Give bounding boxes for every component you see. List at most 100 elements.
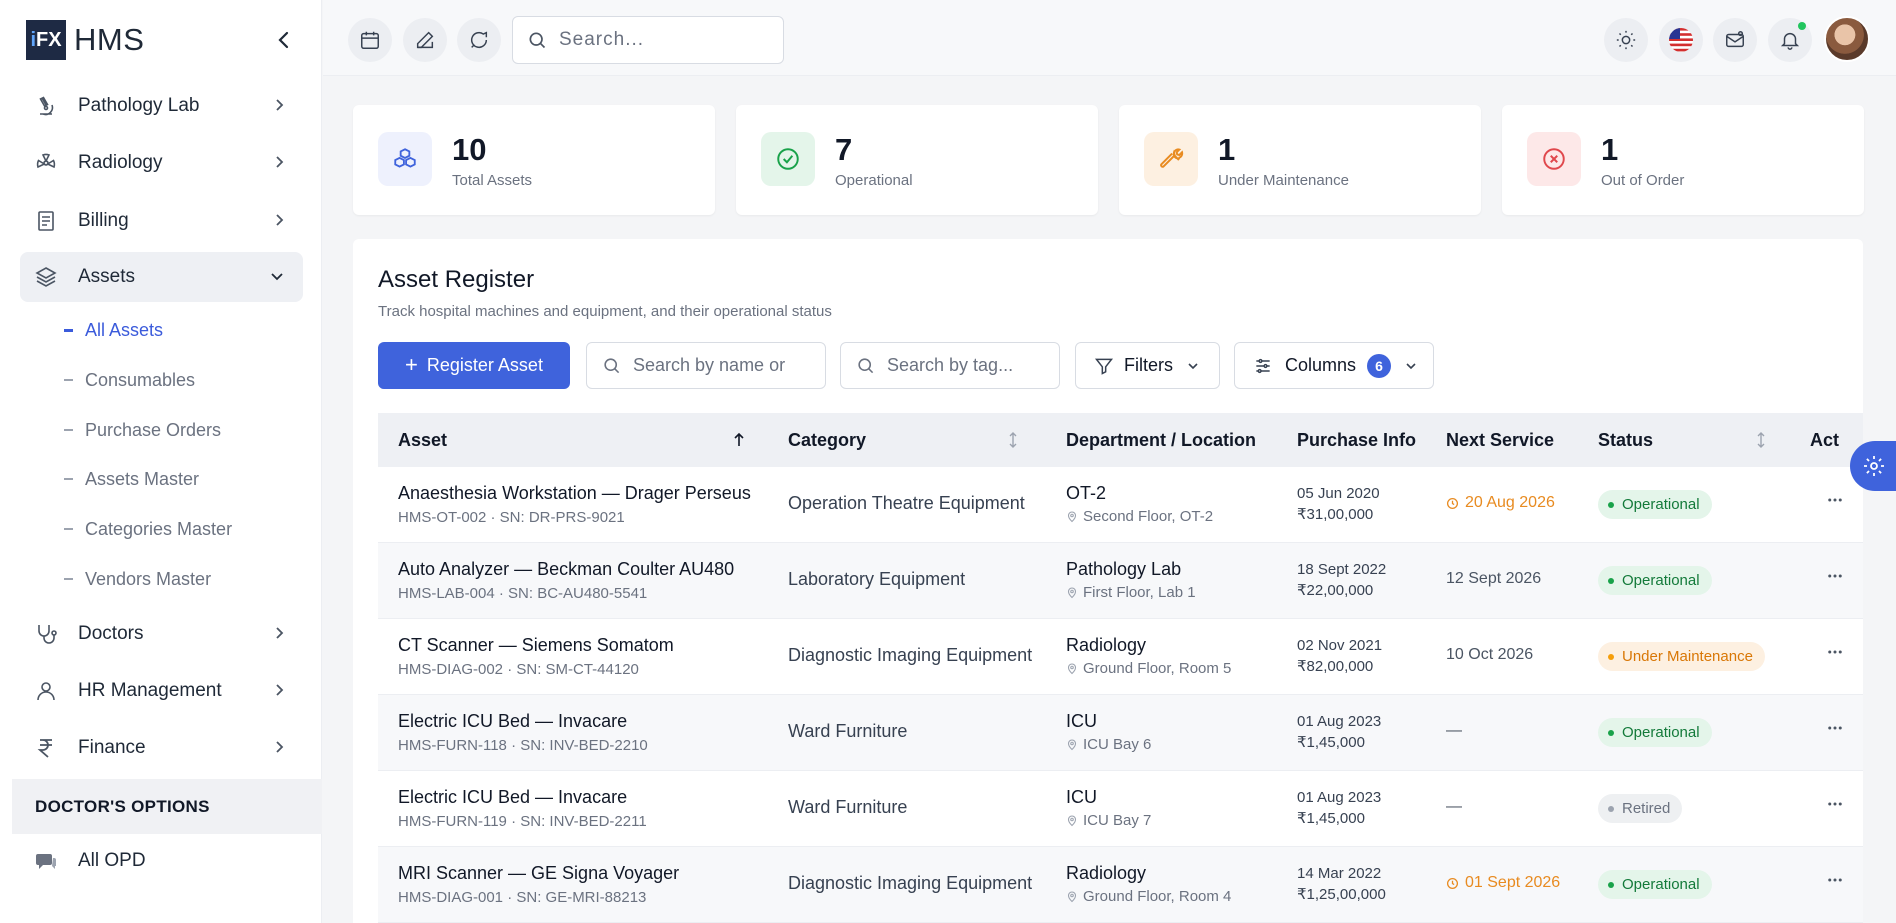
sidebar-subitem-all-assets[interactable]: All Assets [64,314,163,346]
location: First Floor, Lab 1 [1066,584,1196,601]
calendar-button[interactable] [348,18,392,62]
asset-name[interactable]: Anaesthesia Workstation — Drager Perseus [398,483,751,504]
chevron-right-icon [276,741,284,753]
columns-button[interactable]: Columns 6 [1234,342,1434,389]
table-row[interactable]: Electric ICU Bed — Invacare HMS-FURN-118 … [378,695,1863,771]
stat-card-total-assets: 10 Total Assets [353,105,715,215]
category-cell: Ward Furniture [788,721,908,741]
search-by-name-input[interactable] [586,342,826,389]
clock-icon [1446,497,1459,509]
chat-icon [32,847,60,875]
status-badge: Operational [1598,718,1712,747]
receipt-icon [32,207,60,235]
subitem-label: Purchase Orders [85,419,222,440]
sidebar-subitem-purchase-orders[interactable]: Purchase Orders [64,414,221,446]
brand[interactable]: i FX HMS [26,20,144,60]
settings-float-button[interactable] [1850,441,1896,491]
layers-icon [32,263,60,291]
sidebar-subitem-consumables[interactable]: Consumables [64,364,195,396]
sidebar-item-billing[interactable]: Billing [20,196,303,246]
column-header-actions[interactable]: Act [1810,413,1839,467]
asset-name[interactable]: Auto Analyzer — Beckman Coulter AU480 [398,559,734,580]
search-by-name-field[interactable] [633,355,813,376]
status-badge: Operational [1598,566,1712,595]
table-row[interactable]: CT Scanner — Siemens Somatom HMS-DIAG-002… [378,619,1863,695]
column-header-category[interactable]: Category [788,413,866,467]
row-actions-button[interactable] [1826,567,1844,590]
location-pin-icon [1067,662,1077,674]
row-actions-button[interactable] [1826,491,1844,514]
sidebar-item-radiology[interactable]: Radiology [20,138,303,188]
search-by-tag-field[interactable] [887,355,1047,376]
asset-name[interactable]: Electric ICU Bed — Invacare [398,787,647,808]
header-label: Next Service [1446,429,1555,450]
collapse-sidebar-button[interactable] [270,26,298,54]
theme-toggle-button[interactable] [1604,18,1648,62]
row-actions-button[interactable] [1826,719,1844,742]
column-header-purchase-info[interactable]: Purchase Info [1297,413,1416,467]
department-name: Radiology [1066,863,1147,883]
sidebar-item-label: Finance [78,737,146,758]
rupee-icon [32,734,60,762]
asset-name[interactable]: Electric ICU Bed — Invacare [398,711,648,732]
global-search-field[interactable] [559,29,759,51]
table-row[interactable]: Electric ICU Bed — Invacare HMS-FURN-119 … [378,771,1863,847]
check-circle-icon [777,148,799,170]
sort-icon[interactable] [1754,430,1768,450]
sort-ascending-icon[interactable] [732,430,746,450]
sort-icon[interactable] [1006,430,1020,450]
notification-dot [1798,22,1806,30]
status-badge: Operational [1598,490,1712,519]
language-button[interactable] [1659,18,1703,62]
asset-name[interactable]: MRI Scanner — GE Signa Voyager [398,863,679,884]
purchase-price: ₹22,00,000 [1297,582,1374,599]
filters-button[interactable]: Filters [1075,342,1220,389]
purchase-info-cell: 05 Jun 2020 ₹31,00,000 [1297,485,1380,523]
column-header-next-service[interactable]: Next Service [1446,413,1554,467]
sidebar-subitem-assets-master[interactable]: Assets Master [64,463,199,495]
user-icon [32,677,60,705]
column-header-status[interactable]: Status [1598,413,1653,467]
row-actions-button[interactable] [1826,795,1844,818]
notifications-button[interactable] [1768,18,1812,62]
sidebar-subitem-categories-master[interactable]: Categories Master [64,513,232,545]
table-row[interactable]: MRI Scanner — GE Signa Voyager HMS-DIAG-0… [378,847,1863,923]
next-service-cell: — [1446,798,1462,816]
purchase-info-cell: 14 Mar 2022 ₹1,25,00,000 [1297,865,1386,903]
asset-name[interactable]: CT Scanner — Siemens Somatom [398,635,674,656]
row-actions-button[interactable] [1826,643,1844,666]
sidebar-item-hr-management[interactable]: HR Management [20,666,303,716]
header-label: Status [1598,429,1654,450]
status-label: Under Maintenance [1622,648,1753,665]
department-cell: Radiology Ground Floor, Room 5 [1066,635,1231,677]
register-asset-button[interactable]: + Register Asset [378,342,570,389]
column-header-department-location[interactable]: Department / Location [1066,413,1256,467]
row-actions-button[interactable] [1826,871,1844,894]
sidebar-item-finance[interactable]: Finance [20,723,303,773]
page-subtitle: Track hospital machines and equipment, a… [378,303,832,320]
category-cell: Diagnostic Imaging Equipment [788,645,1033,665]
purchase-price: ₹31,00,000 [1297,506,1374,523]
sidebar-item-label: Billing [78,210,129,231]
purchase-date: 14 Mar 2022 [1297,865,1382,882]
purchase-price: ₹1,45,000 [1297,734,1365,751]
search-by-tag-input[interactable] [840,342,1060,389]
column-header-asset[interactable]: Asset [398,413,447,467]
sidebar-subitem-vendors-master[interactable]: Vendors Master [64,563,211,595]
stat-value: 1 [1218,132,1236,167]
table-row[interactable]: Anaesthesia Workstation — Drager Perseus… [378,467,1863,543]
next-service-cell: 10 Oct 2026 [1446,646,1533,664]
purchase-info-cell: 18 Sept 2022 ₹22,00,000 [1297,561,1386,599]
sidebar-item-pathology-lab[interactable]: Pathology Lab [20,81,303,131]
chat-button[interactable] [457,18,501,62]
sidebar-item-assets[interactable]: Assets [20,252,303,302]
messages-button[interactable] [1713,18,1757,62]
search-input[interactable] [512,16,784,64]
table-row[interactable]: Auto Analyzer — Beckman Coulter AU480 HMS… [378,543,1863,619]
sidebar-item-all-opd[interactable]: All OPD [20,836,303,886]
edit-button[interactable] [403,18,447,62]
user-avatar[interactable] [1824,16,1870,62]
asset-tag-serial: HMS-FURN-118 · SN: INV-BED-2210 [398,737,648,754]
sidebar-item-doctors[interactable]: Doctors [20,609,303,659]
more-horizontal-icon [1828,802,1842,806]
